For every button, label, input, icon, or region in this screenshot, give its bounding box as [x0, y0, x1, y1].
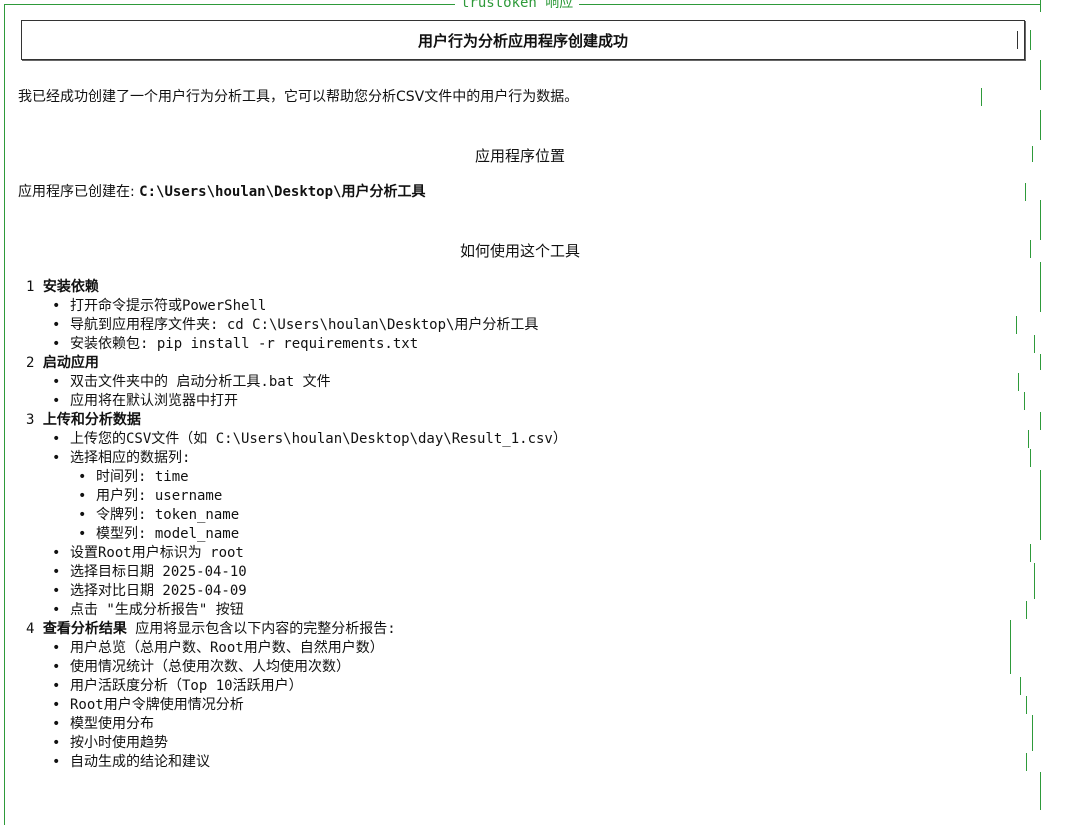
sub-list-item: • 令牌列: token_name [78, 507, 240, 523]
step-title: 查看分析结果 [42, 621, 127, 637]
text-cursor [1017, 31, 1018, 49]
list-item: • 上传您的CSV文件（如 C:\Users\houlan\Desktop\day… [52, 431, 567, 447]
list-item: • 自动生成的结论和建议 [52, 754, 210, 770]
location-prefix: 应用程序已创建在: [18, 184, 140, 200]
step-1-heading: 1 安装依赖 [26, 278, 99, 297]
list-item: • 模型使用分布 [52, 716, 154, 732]
step-number: 1 [26, 279, 35, 295]
list-item: • 使用情况统计（总使用次数、人均使用次数） [52, 659, 350, 675]
step-2-heading: 2 启动应用 [26, 354, 99, 373]
header-box: 用户行为分析应用程序创建成功 [21, 20, 1025, 60]
list-item: • 打开命令提示符或PowerShell [52, 298, 267, 314]
step-description: 应用将显示包含以下内容的完整分析报告: [126, 621, 396, 637]
sub-list-item: • 时间列: time [78, 469, 189, 485]
step-title: 安装依赖 [42, 279, 99, 295]
list-item: • 选择相应的数据列: [52, 450, 191, 466]
step-number: 3 [26, 412, 35, 428]
section-title-usage: 如何使用这个工具 [459, 242, 580, 260]
list-item: • 按小时使用趋势 [52, 735, 168, 751]
page-title: 用户行为分析应用程序创建成功 [417, 31, 628, 50]
list-item: • 选择对比日期 2025-04-09 [52, 583, 247, 599]
list-item: • 用户活跃度分析（Top 10活跃用户） [52, 678, 303, 694]
list-item: • 用户总览（总用户数、Root用户数、自然用户数） [52, 640, 384, 656]
list-item: • 安装依赖包: pip install -r requirements.txt [52, 336, 419, 352]
list-item: • 设置Root用户标识为 root [52, 545, 244, 561]
step-3-heading: 3 上传和分析数据 [26, 411, 141, 430]
list-item: • 点击 "生成分析报告" 按钮 [52, 602, 244, 618]
step-title: 启动应用 [42, 355, 99, 371]
step-4-heading: 4 查看分析结果 应用将显示包含以下内容的完整分析报告: [26, 620, 396, 639]
list-item: • 应用将在默认浏览器中打开 [52, 393, 238, 409]
sub-list-item: • 模型列: model_name [78, 526, 240, 542]
list-item: • 导航到应用程序文件夹: cd C:\Users\houlan\Desktop\… [52, 317, 539, 333]
list-item: • 选择目标日期 2025-04-10 [52, 564, 247, 580]
step-title: 上传和分析数据 [42, 412, 141, 428]
list-item: • 双击文件夹中的 启动分析工具.bat 文件 [52, 374, 331, 390]
step-number: 4 [26, 621, 35, 637]
location-path: C:\Users\houlan\Desktop\用户分析工具 [139, 184, 426, 200]
step-number: 2 [26, 355, 35, 371]
intro-text: 我已经成功创建了一个用户行为分析工具，它可以帮助您分析CSV文件中的用户行为数据… [18, 89, 579, 105]
list-item: • Root用户令牌使用情况分析 [52, 697, 244, 713]
sub-list-item: • 用户列: username [78, 488, 223, 504]
section-title-location: 应用程序位置 [474, 147, 565, 165]
panel-title: trustoken 响应 [455, 0, 580, 11]
location-line: 应用程序已创建在: C:\Users\houlan\Desktop\用户分析工具 [18, 183, 425, 202]
